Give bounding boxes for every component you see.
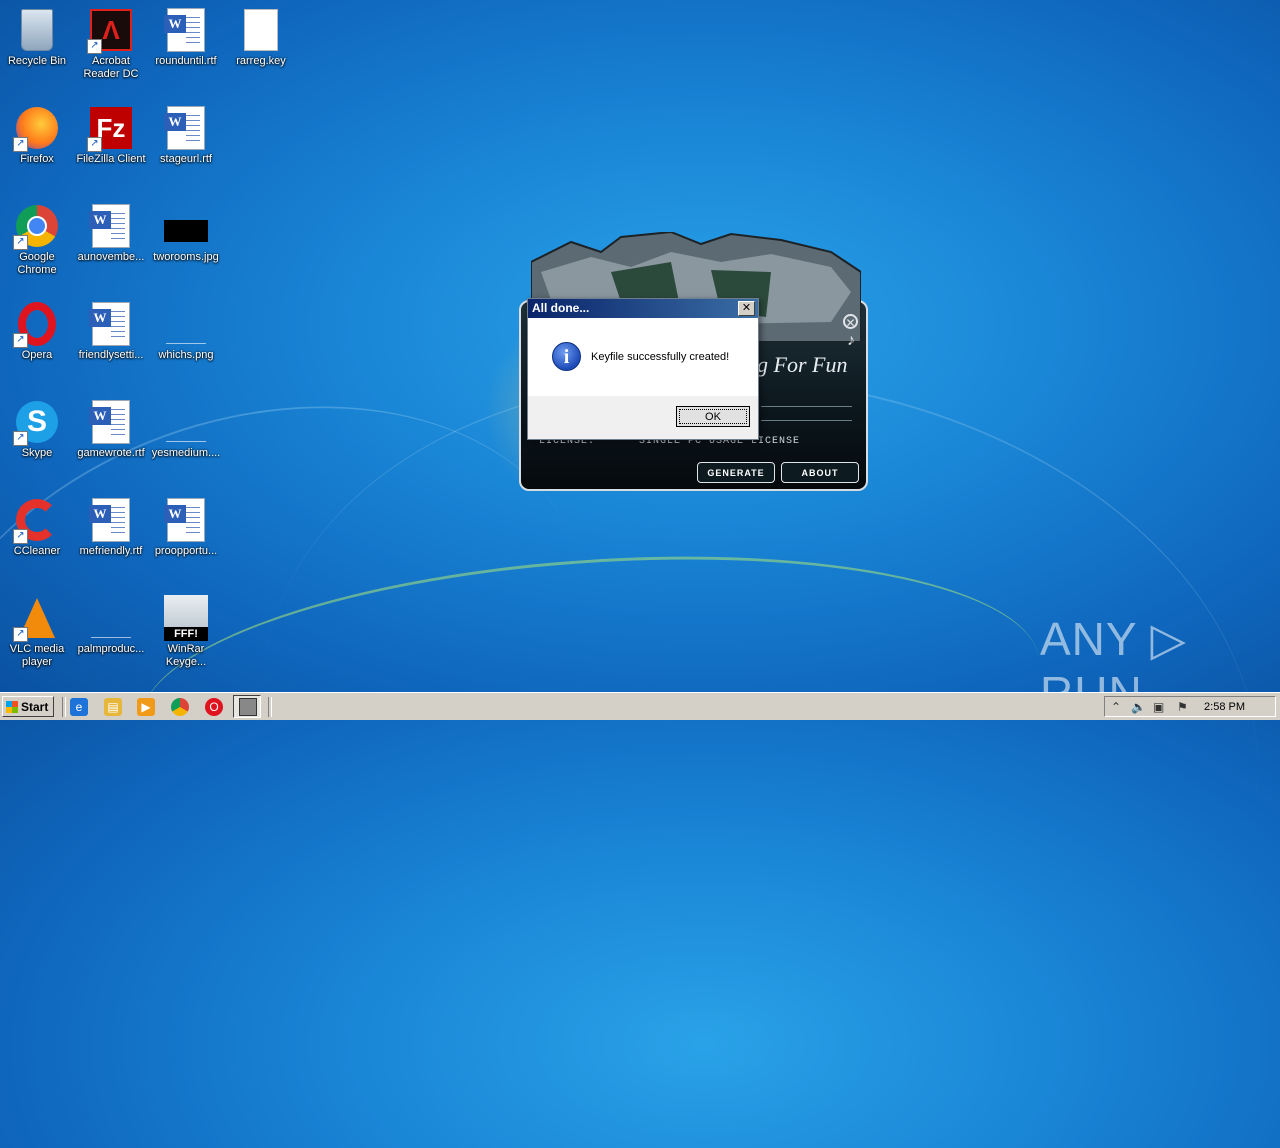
desktop-icon-label: CCleaner [13, 545, 61, 557]
desktop-icon-label: WinRar Keyge... [165, 643, 207, 668]
desktop-icon-acrobat[interactable]: Ʌ ↗ Acrobat Reader DC [74, 8, 148, 81]
desktop-icon-firefox[interactable]: ↗ Firefox [0, 106, 74, 166]
desktop-icon-winrar-keygen[interactable]: FFF! WinRar Keyge... [149, 595, 223, 669]
system-tray: ⌃ 🔈 ▣ ⚑ 2:58 PM [1104, 696, 1276, 717]
word-doc-icon: W [89, 400, 130, 444]
desktop-icon-filezilla[interactable]: Fz ↗ FileZilla Client [74, 106, 148, 166]
dialog-message: Keyfile successfully created! [591, 351, 730, 363]
blank-file-icon [244, 9, 278, 51]
desktop-icon-label: Google Chrome [17, 251, 57, 276]
music-note-icon[interactable]: ♪ [847, 332, 855, 350]
desktop-icon-label: whichs.png [158, 349, 214, 361]
keygen-taskbar-button[interactable] [233, 695, 261, 718]
message-dialog[interactable]: All done... ✕ i Keyfile successfully cre… [527, 298, 759, 440]
desktop-icon-label: FileZilla Client [76, 153, 146, 165]
desktop-icon-whichs[interactable]: whichs.png [149, 302, 223, 362]
desktop-icon-label: friendlysetti... [78, 349, 144, 361]
desktop-icon-label: Firefox [20, 153, 54, 165]
start-button[interactable]: Start [2, 696, 54, 717]
ok-button[interactable]: OK [676, 406, 750, 427]
action-center-flag-icon[interactable]: ⚑ [1177, 700, 1188, 714]
divider [761, 420, 852, 421]
image-file-icon [164, 400, 208, 444]
about-button[interactable]: ABOUT [781, 462, 859, 483]
file-explorer-icon[interactable]: ▤ [104, 698, 122, 716]
desktop-icon-label: gamewrote.rtf [77, 447, 145, 459]
taskbar-separator [268, 697, 272, 717]
desktop-icon-label: rounduntil.rtf [155, 55, 217, 67]
dialog-close-button[interactable]: ✕ [738, 301, 755, 316]
desktop-icon-tworooms[interactable]: tworooms.jpg [149, 204, 223, 264]
keygen-close-button[interactable]: ✕ [843, 314, 858, 330]
word-doc-icon: W [89, 498, 130, 542]
recycle-bin-icon [21, 9, 53, 51]
desktop-icon-label: VLC media player [9, 643, 65, 668]
generate-button[interactable]: GENERATE [697, 462, 775, 483]
desktop-icon-label: Skype [21, 447, 53, 459]
opera-taskbar-icon[interactable]: O [205, 698, 223, 716]
taskbar-separator [62, 697, 66, 717]
clock[interactable]: 2:58 PM [1204, 701, 1245, 713]
desktop-icon-aunovembe[interactable]: W aunovembe... [74, 204, 148, 264]
desktop-icon-label: Recycle Bin [7, 55, 67, 67]
start-label: Start [21, 700, 49, 714]
desktop-icon-chrome[interactable]: ↗ Google Chrome [0, 204, 74, 277]
desktop-icon-proopportu[interactable]: W proopportu... [149, 498, 223, 558]
desktop-icon-label: rarreg.key [236, 55, 286, 67]
divider [761, 406, 852, 407]
desktop-icon-gamewrote[interactable]: W gamewrote.rtf [74, 400, 148, 460]
keygen-taskbar-icon [239, 698, 257, 716]
desktop-icon-skype[interactable]: S ↗ Skype [0, 400, 74, 460]
image-file-icon [164, 302, 208, 346]
desktop-icon-label: Opera [21, 349, 53, 361]
network-icon[interactable]: ▣ [1153, 700, 1164, 714]
chrome-taskbar-icon[interactable] [171, 698, 189, 716]
word-doc-icon: W [164, 498, 205, 542]
desktop-icon-label: stageurl.rtf [160, 153, 212, 165]
dialog-titlebar[interactable]: All done... ✕ [528, 299, 758, 318]
windows-logo-icon [6, 701, 18, 713]
desktop-icon-rarreg[interactable]: rarreg.key [224, 8, 298, 68]
desktop-icon-label: aunovembe... [77, 251, 145, 263]
dialog-title: All done... [532, 301, 590, 315]
desktop-icon-vlc[interactable]: ↗ VLC media player [0, 596, 74, 669]
desktop-icon-ccleaner[interactable]: ↗ CCleaner [0, 498, 74, 558]
keygen-title: g For Fun [757, 352, 848, 377]
taskbar: Start e ▤ ▶ O ⌃ 🔈 ▣ ⚑ 2:58 PM [0, 692, 1280, 720]
desktop-icon-label: tworooms.jpg [153, 251, 219, 263]
info-icon: i [552, 342, 581, 371]
desktop-icon-rounduntil[interactable]: W rounduntil.rtf [149, 8, 223, 68]
word-doc-icon: W [89, 302, 130, 346]
internet-explorer-icon[interactable]: e [70, 698, 88, 716]
word-doc-icon: W [89, 204, 130, 248]
desktop-icon-label: palmproduc... [77, 643, 145, 655]
desktop-icon-label: proopportu... [154, 545, 218, 557]
desktop-icon-opera[interactable]: ↗ Opera [0, 302, 74, 362]
dialog-body: i Keyfile successfully created! [528, 318, 758, 396]
desktop-icon-mefriendly[interactable]: W mefriendly.rtf [74, 498, 148, 558]
image-file-icon [89, 596, 133, 640]
desktop-icon-yesmedium[interactable]: yesmedium.... [149, 400, 223, 460]
desktop-icon-label: mefriendly.rtf [79, 545, 143, 557]
volume-icon[interactable]: 🔈 [1131, 700, 1146, 714]
media-player-icon[interactable]: ▶ [137, 698, 155, 716]
desktop-icon-stageurl[interactable]: W stageurl.rtf [149, 106, 223, 166]
word-doc-icon: W [164, 8, 205, 52]
desktop-icon-label: yesmedium.... [151, 447, 221, 459]
desktop-icon-palmproduc[interactable]: palmproduc... [74, 596, 148, 656]
image-file-icon [164, 220, 208, 242]
desktop-icon-label: Acrobat Reader DC [83, 55, 139, 80]
desktop-icon-friendlysetti[interactable]: W friendlysetti... [74, 302, 148, 362]
show-hidden-icons-icon[interactable]: ⌃ [1111, 700, 1121, 714]
desktop-icon-recycle-bin[interactable]: Recycle Bin [0, 8, 74, 68]
winrar-keygen-icon: FFF! [164, 595, 208, 641]
word-doc-icon: W [164, 106, 205, 150]
